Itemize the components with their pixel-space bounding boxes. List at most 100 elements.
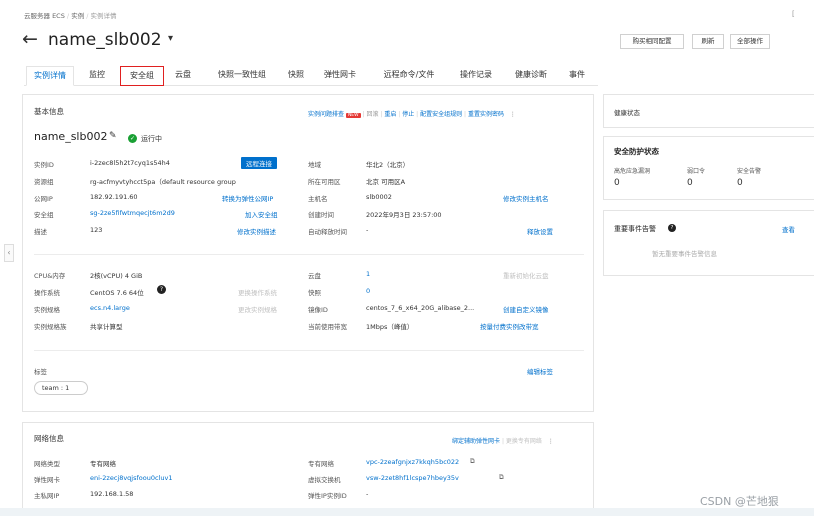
tab-remote-command[interactable]: 远程命令/文件 bbox=[372, 66, 446, 86]
row-label: 网络类型 bbox=[34, 460, 60, 468]
row-label: 主机名 bbox=[308, 195, 328, 203]
disk-count-link[interactable]: 1 bbox=[366, 270, 370, 278]
bind-eni-link[interactable]: 绑定辅助弹性网卡 bbox=[452, 438, 500, 445]
edit-hostname-link[interactable]: 修改实例主机名 bbox=[503, 193, 549, 203]
divider bbox=[34, 350, 584, 351]
edit-description-link[interactable]: 修改实例描述 bbox=[237, 226, 276, 236]
auto-release-value: - bbox=[366, 226, 369, 234]
change-bandwidth-link[interactable]: 按量付费实例改带宽 bbox=[480, 321, 539, 331]
cpu-memory-value: 2核(vCPU) 4 GiB bbox=[90, 272, 143, 280]
row-label: 当前使用带宽 bbox=[308, 323, 347, 331]
convert-eip-link[interactable]: 转换为弹性公网IP bbox=[222, 193, 273, 203]
join-security-group-link[interactable]: 加入安全组 bbox=[245, 209, 278, 219]
more-icon[interactable]: ⋮ bbox=[548, 438, 554, 445]
events-empty-text: 暂无重要事件告警信息 bbox=[652, 250, 717, 258]
security-group-link[interactable]: sg-2ze5fifwtmqecjt6m2d9 bbox=[90, 209, 175, 217]
help-icon[interactable]: ? bbox=[157, 285, 166, 294]
tab-snapshot[interactable]: 快照 bbox=[282, 66, 310, 86]
created-time-value: 2022年9月3日 23:57:00 bbox=[366, 211, 442, 219]
tab-snapshot-group[interactable]: 快照一致性组 bbox=[206, 66, 278, 86]
remote-connect-button[interactable]: 远程连接 bbox=[241, 157, 277, 169]
row-label: 弹性网卡 bbox=[34, 476, 60, 484]
breadcrumb-item[interactable]: 云服务器 ECS bbox=[24, 12, 65, 20]
eip-instance-value: - bbox=[366, 490, 369, 498]
help-icon[interactable]: ? bbox=[668, 224, 676, 232]
events-view-link[interactable]: 查看 bbox=[782, 224, 795, 234]
tag-chip[interactable]: team : 1 bbox=[34, 381, 88, 395]
change-os-link[interactable]: 更换操作系统 bbox=[238, 287, 277, 297]
hostname-value: slb0002 bbox=[366, 193, 392, 201]
instance-type-link[interactable]: ecs.n4.large bbox=[90, 304, 130, 312]
tab-cloud-disk[interactable]: 云盘 bbox=[168, 66, 198, 86]
row-label: 快照 bbox=[308, 289, 321, 297]
release-settings-link[interactable]: 释放设置 bbox=[527, 226, 553, 236]
row-label: 云盘 bbox=[308, 272, 321, 280]
eni-link[interactable]: eni-2zecj8vqjsfoou0cluv1 bbox=[90, 474, 172, 482]
reset-password-link[interactable]: 重置实例密码 bbox=[468, 111, 504, 118]
all-operations-button[interactable]: 全部操作 bbox=[730, 34, 770, 49]
public-ip-value: 182.92.191.60 bbox=[90, 193, 138, 201]
new-badge: NEW bbox=[345, 113, 361, 118]
tab-instance-details[interactable]: 实例详情 bbox=[26, 66, 74, 86]
edit-pencil-icon[interactable]: ✎ bbox=[109, 131, 117, 141]
os-value: CentOS 7.6 64位 bbox=[90, 289, 144, 297]
security-col-label: 弱口令 bbox=[687, 168, 706, 175]
row-label: 所在可用区 bbox=[308, 178, 341, 186]
vswitch-link[interactable]: vsw-2zet8hf1lcspe7hbey35v bbox=[366, 474, 459, 482]
row-label: 实例规格族 bbox=[34, 323, 67, 331]
instance-id-value: i-2zec8l5h2t7cyq1s54h4 bbox=[90, 159, 170, 167]
tab-security-group[interactable]: 安全组 bbox=[120, 66, 164, 86]
back-arrow-icon[interactable]: ← bbox=[22, 29, 38, 49]
change-vpc-link[interactable]: 更换专有网络 bbox=[506, 438, 542, 445]
edit-tags-link[interactable]: 编辑标签 bbox=[527, 366, 553, 376]
row-label: 专有网络 bbox=[308, 460, 334, 468]
more-icon[interactable]: ⋮ bbox=[510, 111, 516, 118]
reinit-disk-link[interactable]: 重新初始化云盘 bbox=[503, 270, 549, 280]
region-value: 华北2（北京） bbox=[366, 161, 410, 169]
horizontal-scrollbar[interactable] bbox=[0, 508, 814, 516]
tab-health-diagnosis[interactable]: 健康诊断 bbox=[506, 66, 556, 86]
security-rules-link[interactable]: 配置安全组规则 bbox=[420, 111, 462, 118]
troubleshoot-link[interactable]: 实例问题排查 bbox=[308, 111, 344, 118]
row-label: 主私网IP bbox=[34, 492, 60, 500]
sidebar-toggle[interactable]: ‹ bbox=[4, 244, 14, 262]
running-check-icon: ✓ bbox=[128, 134, 137, 143]
row-label: 创建时间 bbox=[308, 211, 334, 219]
row-label: 实例ID bbox=[34, 161, 54, 169]
security-col-label: 高危应急漏洞 bbox=[614, 168, 651, 175]
zone-value: 北京 可用区A bbox=[366, 178, 406, 186]
stop-link[interactable]: 停止 bbox=[402, 111, 414, 118]
section-title: 网络信息 bbox=[34, 434, 64, 443]
refresh-button[interactable]: 刷新 bbox=[692, 34, 724, 49]
security-title: 安全防护状态 bbox=[614, 147, 659, 156]
security-col-label: 安全告警 bbox=[737, 168, 762, 175]
create-image-link[interactable]: 创建自定义镜像 bbox=[503, 304, 549, 314]
breadcrumb-item[interactable]: 实例 bbox=[71, 12, 84, 20]
security-col-value[interactable]: 0 bbox=[614, 178, 620, 188]
rollback-link[interactable]: 回滚 bbox=[366, 111, 378, 118]
security-col-value[interactable]: 0 bbox=[737, 178, 743, 188]
vpc-link[interactable]: vpc-2zeafgnjxz7kkqh5bc022 bbox=[366, 458, 459, 466]
row-label: 公网IP bbox=[34, 195, 53, 203]
tab-operation-log[interactable]: 操作记录 bbox=[452, 66, 500, 86]
section-title: 基本信息 bbox=[34, 107, 64, 116]
instance-family-value: 共享计算型 bbox=[90, 323, 123, 331]
row-label: 地域 bbox=[308, 161, 321, 169]
restart-link[interactable]: 重启 bbox=[384, 111, 396, 118]
private-ip-value: 192.168.1.58 bbox=[90, 490, 134, 498]
chevron-down-icon[interactable]: ▾ bbox=[168, 33, 173, 44]
collapse-handle[interactable]: [ bbox=[792, 10, 795, 18]
security-col-value[interactable]: 0 bbox=[687, 178, 693, 188]
tab-monitoring[interactable]: 监控 bbox=[80, 66, 114, 86]
buy-same-config-button[interactable]: 购买相同配置 bbox=[620, 34, 684, 49]
tab-eni[interactable]: 弹性网卡 bbox=[316, 66, 364, 86]
bandwidth-value: 1Mbps（峰值） bbox=[366, 323, 414, 331]
change-type-link[interactable]: 更改实例规格 bbox=[238, 304, 277, 314]
network-type-value: 专有网络 bbox=[90, 460, 116, 468]
external-link-icon[interactable]: ⧉ bbox=[470, 457, 475, 466]
status-badge: 运行中 bbox=[141, 135, 162, 143]
basic-actions: 实例问题排查 NEW | 回滚 | 重启 | 停止 | 配置安全组规则 | 重置… bbox=[308, 111, 516, 118]
tab-events[interactable]: 事件 bbox=[562, 66, 592, 86]
external-link-icon[interactable]: ⧉ bbox=[499, 473, 504, 482]
snapshot-count-link[interactable]: 0 bbox=[366, 287, 370, 295]
